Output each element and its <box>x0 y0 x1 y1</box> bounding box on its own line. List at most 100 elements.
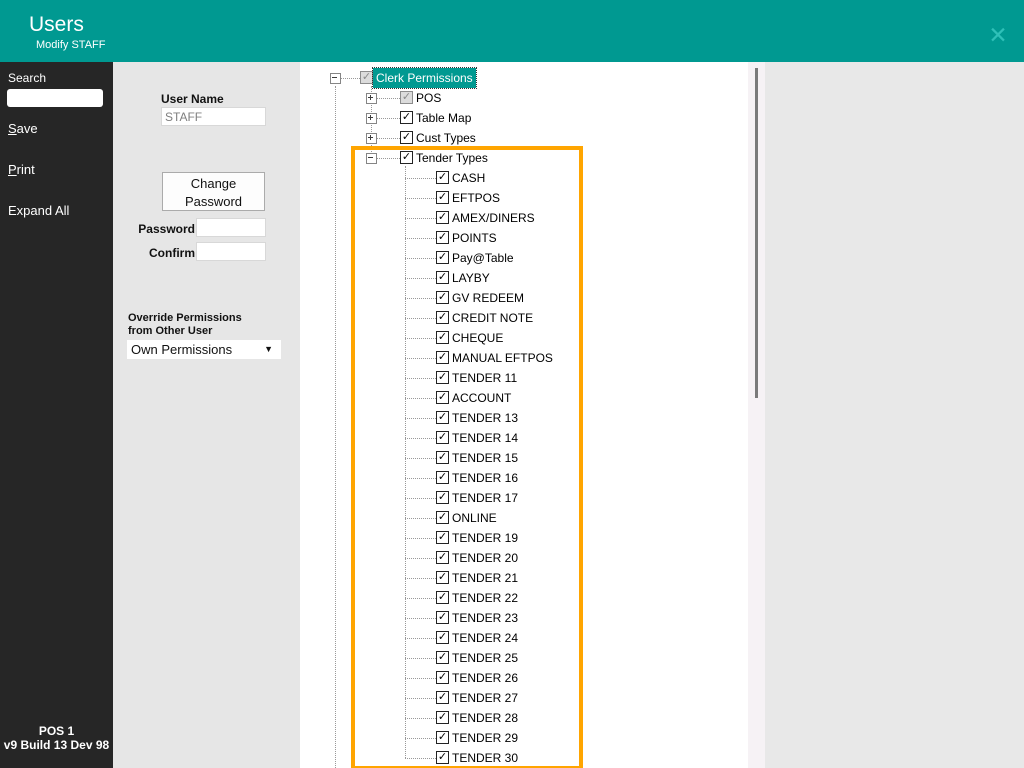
checkbox-checked[interactable]: ✓ <box>436 491 449 504</box>
scrollbar-thumb[interactable] <box>755 68 758 398</box>
checkbox-checked[interactable]: ✓ <box>436 411 449 424</box>
tree-node-label[interactable]: EFTPOS <box>452 188 500 208</box>
checkbox-checked[interactable]: ✓ <box>436 731 449 744</box>
checkbox-checked[interactable]: ✓ <box>436 371 449 384</box>
tree-node-label[interactable]: ONLINE <box>452 508 497 528</box>
tree-node-clerk-permissions[interactable]: ✓ Clerk Permissions <box>300 67 748 89</box>
checkbox-checked[interactable]: ✓ <box>436 551 449 564</box>
tree-node-label[interactable]: TENDER 25 <box>452 648 518 668</box>
checkbox-checked[interactable]: ✓ <box>436 691 449 704</box>
tree-node-label[interactable]: TENDER 15 <box>452 448 518 468</box>
checkbox-checked[interactable]: ✓ <box>436 251 449 264</box>
tree-node-points[interactable]: ✓ POINTS <box>300 228 748 248</box>
checkbox-checked[interactable]: ✓ <box>436 271 449 284</box>
close-icon[interactable]: ✕ <box>984 22 1012 50</box>
tree-node-label[interactable]: Cust Types <box>416 128 476 148</box>
tree-node-label[interactable]: ACCOUNT <box>452 388 511 408</box>
tree-node-tender-28[interactable]: ✓ TENDER 28 <box>300 708 748 728</box>
tree-node-tender-14[interactable]: ✓ TENDER 14 <box>300 428 748 448</box>
checkbox-checked[interactable]: ✓ <box>436 571 449 584</box>
checkbox-checked[interactable]: ✓ <box>436 631 449 644</box>
tree-node-label[interactable]: MANUAL EFTPOS <box>452 348 553 368</box>
checkbox-checked[interactable]: ✓ <box>436 291 449 304</box>
tree-node-label[interactable]: TENDER 22 <box>452 588 518 608</box>
tree-node-label[interactable]: GV REDEEM <box>452 288 524 308</box>
tree-node-tender-types[interactable]: ✓ Tender Types <box>300 148 748 168</box>
checkbox-checked[interactable]: ✓ <box>436 751 449 764</box>
tree-node-label[interactable]: TENDER 30 <box>452 748 518 768</box>
tree-node-credit-note[interactable]: ✓ CREDIT NOTE <box>300 308 748 328</box>
checkbox-partial[interactable]: ✓ <box>400 91 413 104</box>
checkbox-checked[interactable]: ✓ <box>436 211 449 224</box>
tree-node-label[interactable]: TENDER 21 <box>452 568 518 588</box>
checkbox-checked[interactable]: ✓ <box>436 611 449 624</box>
tree-node-label[interactable]: CREDIT NOTE <box>452 308 533 328</box>
tree-node-tender-29[interactable]: ✓ TENDER 29 <box>300 728 748 748</box>
checkbox-checked[interactable]: ✓ <box>436 191 449 204</box>
tree-node-label[interactable]: TENDER 28 <box>452 708 518 728</box>
tree-node-label[interactable]: POS <box>416 88 441 108</box>
checkbox-checked[interactable]: ✓ <box>400 151 413 164</box>
checkbox-checked[interactable]: ✓ <box>436 511 449 524</box>
tree-node-layby[interactable]: ✓ LAYBY <box>300 268 748 288</box>
checkbox-checked[interactable]: ✓ <box>436 431 449 444</box>
checkbox-checked[interactable]: ✓ <box>436 171 449 184</box>
tree-node-tender-20[interactable]: ✓ TENDER 20 <box>300 548 748 568</box>
tree-node-account[interactable]: ✓ ACCOUNT <box>300 388 748 408</box>
tree-node-label[interactable]: TENDER 26 <box>452 668 518 688</box>
tree-node-label[interactable]: TENDER 19 <box>452 528 518 548</box>
tree-node-pay-table[interactable]: ✓ Pay@Table <box>300 248 748 268</box>
print-button[interactable]: Print <box>8 162 35 177</box>
tree-node-label[interactable]: TENDER 13 <box>452 408 518 428</box>
tree-node-tender-17[interactable]: ✓ TENDER 17 <box>300 488 748 508</box>
expand-icon[interactable] <box>366 133 377 144</box>
save-button[interactable]: Save <box>8 121 38 136</box>
checkbox-checked[interactable]: ✓ <box>436 591 449 604</box>
tree-node-tender-25[interactable]: ✓ TENDER 25 <box>300 648 748 668</box>
tree-node-label[interactable]: TENDER 20 <box>452 548 518 568</box>
confirm-field[interactable] <box>196 242 266 261</box>
tree-node-manual-eftpos[interactable]: ✓ MANUAL EFTPOS <box>300 348 748 368</box>
tree-node-cash[interactable]: ✓ CASH <box>300 168 748 188</box>
checkbox-checked[interactable]: ✓ <box>436 231 449 244</box>
tree-node-label[interactable]: CASH <box>452 168 485 188</box>
tree-node-label[interactable]: LAYBY <box>452 268 490 288</box>
expand-icon[interactable] <box>366 93 377 104</box>
tree-node-label[interactable]: TENDER 11 <box>452 368 517 388</box>
checkbox-checked[interactable]: ✓ <box>436 331 449 344</box>
checkbox-checked[interactable]: ✓ <box>400 111 413 124</box>
checkbox-partial[interactable]: ✓ <box>360 71 373 84</box>
tree-node-pos[interactable]: ✓ POS <box>300 88 748 108</box>
collapse-icon[interactable] <box>366 153 377 164</box>
checkbox-checked[interactable]: ✓ <box>436 531 449 544</box>
tree-node-label[interactable]: TENDER 29 <box>452 728 518 748</box>
tree-node-tender-16[interactable]: ✓ TENDER 16 <box>300 468 748 488</box>
tree-node-gv-redeem[interactable]: ✓ GV REDEEM <box>300 288 748 308</box>
tree-node-label[interactable]: TENDER 23 <box>452 608 518 628</box>
checkbox-checked[interactable]: ✓ <box>436 471 449 484</box>
tree-node-cheque[interactable]: ✓ CHEQUE <box>300 328 748 348</box>
checkbox-checked[interactable]: ✓ <box>436 711 449 724</box>
tree-node-table-map[interactable]: ✓ Table Map <box>300 108 748 128</box>
expand-icon[interactable] <box>366 113 377 124</box>
tree-node-tender-24[interactable]: ✓ TENDER 24 <box>300 628 748 648</box>
tree-node-label[interactable]: TENDER 14 <box>452 428 518 448</box>
tree-node-label[interactable]: Table Map <box>416 108 471 128</box>
tree-node-tender-22[interactable]: ✓ TENDER 22 <box>300 588 748 608</box>
username-field[interactable] <box>161 107 266 126</box>
checkbox-checked[interactable]: ✓ <box>436 671 449 684</box>
tree-node-amex-diners[interactable]: ✓ AMEX/DINERS <box>300 208 748 228</box>
tree-node-tender-30[interactable]: ✓ TENDER 30 <box>300 748 748 768</box>
search-input[interactable] <box>7 89 103 107</box>
tree-node-tender-11[interactable]: ✓ TENDER 11 <box>300 368 748 388</box>
checkbox-checked[interactable]: ✓ <box>436 451 449 464</box>
checkbox-checked[interactable]: ✓ <box>400 131 413 144</box>
tree-node-tender-13[interactable]: ✓ TENDER 13 <box>300 408 748 428</box>
tree-node-tender-19[interactable]: ✓ TENDER 19 <box>300 528 748 548</box>
tree-node-tender-26[interactable]: ✓ TENDER 26 <box>300 668 748 688</box>
tree-node-label[interactable]: POINTS <box>452 228 497 248</box>
tree-node-tender-15[interactable]: ✓ TENDER 15 <box>300 448 748 468</box>
tree-node-label[interactable]: Pay@Table <box>452 248 514 268</box>
tree-node-online[interactable]: ✓ ONLINE <box>300 508 748 528</box>
tree-node-label[interactable]: Clerk Permissions <box>372 67 477 89</box>
